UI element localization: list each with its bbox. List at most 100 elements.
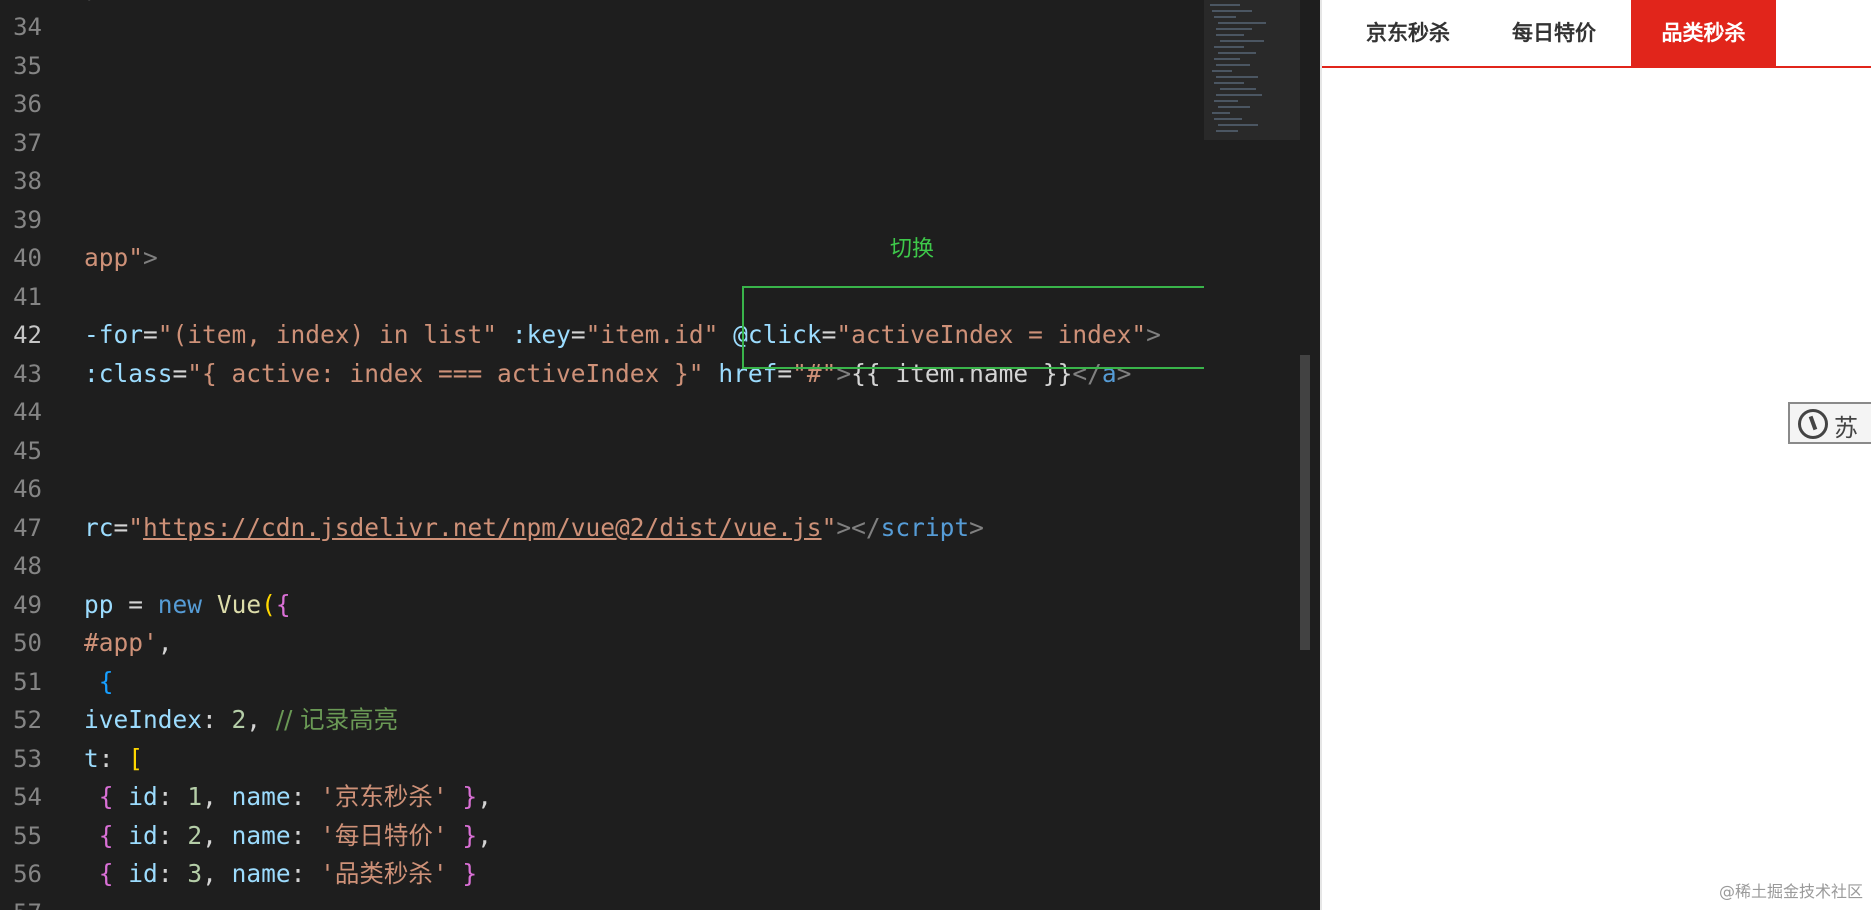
code-line: rc="https://cdn.jsdelivr.net/npm/vue@2/d… xyxy=(84,509,984,547)
code-line: { id: 2, name: '每日特价' }, xyxy=(84,817,492,855)
code-line: { id: 1, name: '京东秒杀' }, xyxy=(84,778,492,816)
line-number: 47 xyxy=(13,513,42,542)
code-token: name xyxy=(231,859,291,888)
line-number: 53 xyxy=(13,744,42,773)
code-token: pp xyxy=(84,589,114,619)
code-token: "item.id" xyxy=(585,320,719,349)
code-token: } xyxy=(462,820,478,850)
line-number: 43 xyxy=(13,359,42,388)
code-token: id xyxy=(128,782,158,811)
code-line: #app', xyxy=(84,624,173,662)
code-token: : xyxy=(290,859,321,888)
minimap-line xyxy=(1216,94,1262,96)
line-number: 42 xyxy=(13,321,42,349)
minimap-line xyxy=(1216,130,1238,132)
code-line: iveIndex: 2, // 记录高亮 xyxy=(84,701,398,739)
code-line: ) xyxy=(84,0,99,8)
line-number: 51 xyxy=(13,667,42,696)
code-token: 2 xyxy=(187,820,203,850)
code-token: { xyxy=(275,589,291,619)
code-editor[interactable]: 34 35 36 37 38 39 40 41 42 43 44 45 46 47 48 49 50 51 52 53… xyxy=(0,0,1310,910)
code-token: : xyxy=(157,820,188,850)
line-number: 50 xyxy=(13,629,42,657)
annotation-label: 切换 xyxy=(890,237,935,262)
minimap-line xyxy=(1212,70,1232,72)
minimap-line xyxy=(1212,112,1230,114)
code-area[interactable]: )app">-for="(item, index) in list" :key=… xyxy=(84,0,1204,910)
minimap[interactable] xyxy=(1204,0,1300,910)
line-number: 36 xyxy=(13,90,42,118)
minimap-line xyxy=(1216,76,1258,78)
minimap-line xyxy=(1218,52,1256,54)
code-token: , xyxy=(202,859,232,888)
code-token: new xyxy=(157,589,203,619)
code-token: 1 xyxy=(187,782,203,811)
code-token: = xyxy=(113,512,129,542)
line-number: 48 xyxy=(13,552,42,580)
code-token: ) xyxy=(84,0,99,3)
line-number: 34 xyxy=(13,13,42,41)
code-token: } xyxy=(462,859,478,888)
minimap-line xyxy=(1216,34,1244,36)
code-token: "{ active: index === activeIndex }" xyxy=(187,358,704,388)
code-token: : xyxy=(290,820,321,850)
code-token: name xyxy=(231,820,291,850)
tab-category-seckill[interactable]: 品类秒杀 xyxy=(1631,0,1776,66)
tab-jd-seckill[interactable]: 京东秒杀 xyxy=(1344,0,1472,66)
code-token: { xyxy=(98,666,114,696)
code-token: ></ xyxy=(836,512,881,542)
minimap-line xyxy=(1214,118,1242,120)
line-number: 40 xyxy=(13,244,42,272)
code-token: , xyxy=(202,820,232,850)
line-number: 57 xyxy=(0,894,42,910)
line-number: 49 xyxy=(13,590,42,619)
minimap-line xyxy=(1210,4,1240,6)
code-token: id xyxy=(128,859,158,888)
code-token: '品类秒杀' xyxy=(320,859,448,888)
line-number: 39 xyxy=(13,205,42,234)
line-number: 46 xyxy=(13,475,42,503)
line-number: 52 xyxy=(13,706,42,734)
code-token: '京东秒杀' xyxy=(320,782,448,811)
code-token: 3 xyxy=(187,859,203,888)
line-number: 54 xyxy=(13,783,42,811)
line-number: 38 xyxy=(13,167,42,195)
minimap-line xyxy=(1218,106,1250,108)
code-token: // 记录高亮 xyxy=(275,705,399,734)
timer-icon xyxy=(1798,409,1828,439)
watermark: @稀土掘金技术社区 xyxy=(1718,882,1863,901)
line-number: 56 xyxy=(13,860,42,888)
code-token: #app' xyxy=(84,628,158,657)
floating-side-widget[interactable]: 苏 xyxy=(1788,402,1871,444)
minimap-line xyxy=(1216,64,1250,66)
code-token: = xyxy=(143,320,158,349)
minimap-line xyxy=(1220,88,1256,90)
code-token: , xyxy=(157,628,173,657)
line-number: 35 xyxy=(13,51,42,80)
minimap-line xyxy=(1212,10,1252,12)
code-token: script xyxy=(880,512,970,542)
tab-daily-deals[interactable]: 每日特价 xyxy=(1490,0,1618,66)
code-token: [ xyxy=(128,743,144,773)
minimap-line xyxy=(1214,82,1244,84)
editor-scrollbar[interactable] xyxy=(1300,355,1310,650)
line-number: 37 xyxy=(13,128,42,157)
code-token: -for xyxy=(84,320,144,349)
code-token: = xyxy=(113,589,158,619)
code-token: " xyxy=(128,512,144,542)
code-token: " xyxy=(821,512,837,542)
code-line: { id: 3, name: '品类秒杀' } xyxy=(84,855,477,893)
code-token: { xyxy=(98,859,114,888)
code-token: = xyxy=(570,320,586,349)
code-line: pp = new Vue({ xyxy=(84,586,291,624)
code-token: : xyxy=(98,743,129,773)
